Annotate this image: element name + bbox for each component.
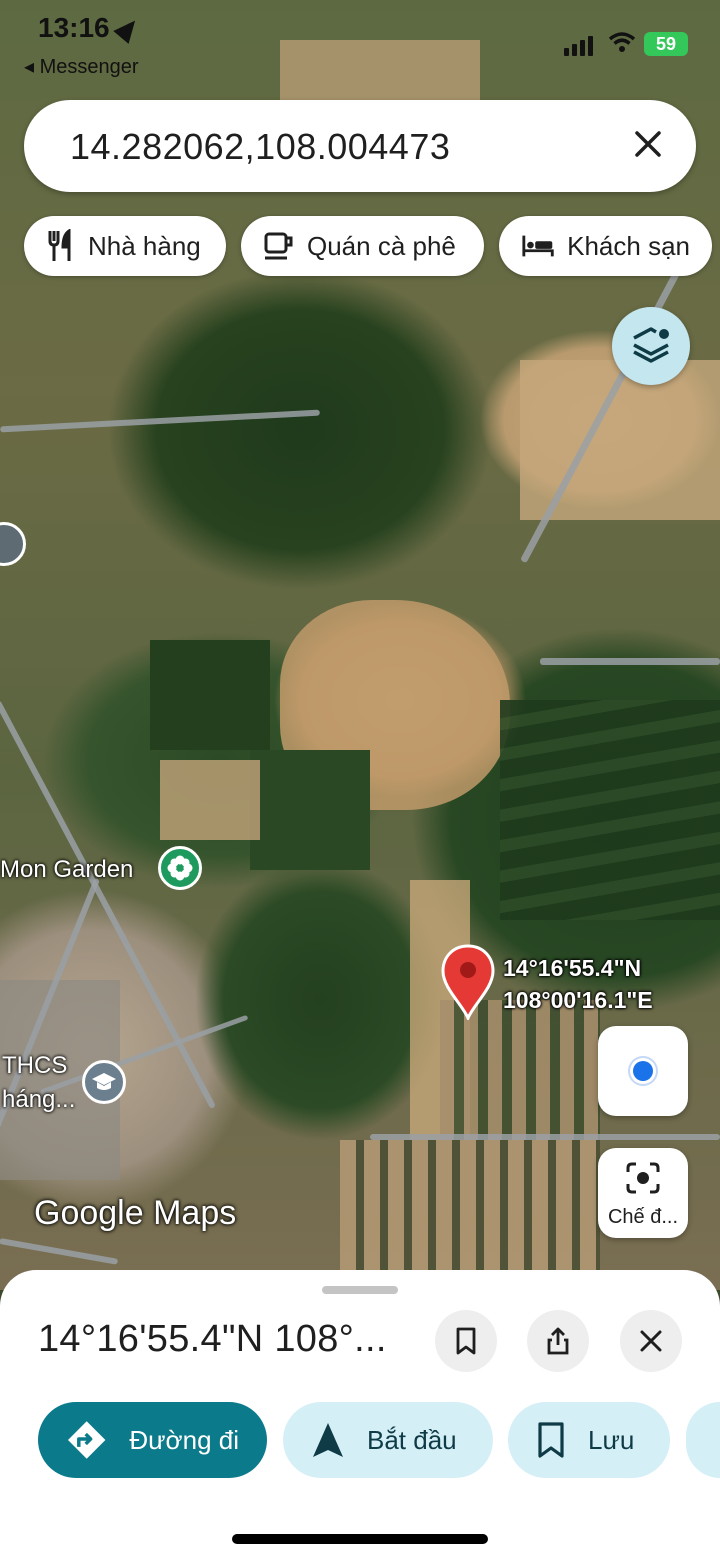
status-bar: 13:16 ◂ Messenger 59 bbox=[0, 0, 720, 90]
poi-label-school-1[interactable]: THCS bbox=[2, 1052, 67, 1080]
directions-label: Đường đi bbox=[129, 1424, 239, 1455]
map-field bbox=[150, 640, 270, 750]
restaurant-icon bbox=[48, 229, 71, 261]
map-road bbox=[540, 658, 720, 665]
battery-indicator: 59 bbox=[644, 32, 688, 56]
back-app-label[interactable]: Messenger bbox=[40, 56, 139, 78]
camera-icon bbox=[626, 1162, 660, 1194]
flower-icon[interactable] bbox=[158, 846, 202, 890]
wifi-icon bbox=[608, 32, 636, 52]
back-to-app[interactable]: ◂ Messenger bbox=[24, 54, 139, 79]
drag-handle[interactable] bbox=[322, 1286, 398, 1294]
save-button[interactable]: Lưu bbox=[508, 1402, 670, 1478]
location-arrow-icon bbox=[113, 14, 143, 44]
close-sheet-button[interactable] bbox=[620, 1310, 682, 1372]
google-maps-watermark: Google Maps bbox=[34, 1194, 237, 1232]
map-field bbox=[440, 1000, 600, 1140]
poi-edge-marker[interactable] bbox=[0, 522, 26, 566]
place-title: 14°16'55.4"N 108°... bbox=[38, 1318, 387, 1360]
pin-coordinate-label: 14°16'55.4"N 108°00'16.1"E bbox=[503, 952, 653, 1016]
location-pin-icon[interactable] bbox=[440, 944, 496, 1020]
school-icon[interactable] bbox=[82, 1060, 126, 1104]
chip-restaurants[interactable]: Nhà hàng bbox=[24, 216, 226, 276]
map-field bbox=[500, 700, 720, 920]
status-time: 13:16 bbox=[38, 12, 110, 43]
hotel-icon bbox=[522, 235, 554, 257]
share-button[interactable] bbox=[527, 1310, 589, 1372]
map-field bbox=[250, 750, 370, 870]
pin-lat: 14°16'55.4"N bbox=[503, 955, 642, 981]
save-label: Lưu bbox=[588, 1424, 635, 1455]
navigation-arrow-icon bbox=[313, 1423, 343, 1457]
map-road bbox=[0, 1238, 119, 1265]
coffee-icon bbox=[264, 232, 293, 260]
my-location-icon bbox=[633, 1061, 653, 1081]
chip-cafes[interactable]: Quán cà phê bbox=[241, 216, 484, 276]
start-button[interactable]: Bắt đầu bbox=[283, 1402, 493, 1478]
bookmark-icon bbox=[538, 1422, 564, 1458]
map-field bbox=[160, 760, 260, 840]
my-location-button[interactable] bbox=[598, 1026, 688, 1116]
map-road bbox=[0, 409, 320, 433]
home-indicator[interactable] bbox=[232, 1534, 488, 1544]
chip-label: Quán cà phê bbox=[307, 230, 456, 261]
chip-label: Khách sạn bbox=[567, 230, 690, 261]
start-label: Bắt đầu bbox=[367, 1424, 457, 1455]
pin-lng: 108°00'16.1"E bbox=[503, 987, 653, 1013]
poi-label-garden[interactable]: Mon Garden bbox=[0, 856, 133, 884]
layers-button[interactable] bbox=[612, 307, 690, 385]
signal-icon bbox=[564, 36, 593, 56]
directions-icon bbox=[67, 1421, 106, 1459]
share-icon bbox=[547, 1327, 569, 1355]
chip-label: Nhà hàng bbox=[88, 230, 201, 261]
bookmark-icon bbox=[456, 1327, 476, 1355]
lens-button[interactable]: Chế đ... bbox=[598, 1148, 688, 1238]
map-road bbox=[370, 1134, 720, 1140]
close-icon bbox=[640, 1330, 662, 1352]
layers-icon bbox=[633, 327, 669, 363]
place-bottom-sheet[interactable]: 14°16'55.4"N 108°... Đường đi Bắt đầu Lư… bbox=[0, 1270, 720, 1559]
close-icon[interactable] bbox=[628, 124, 668, 164]
chip-hotels[interactable]: Khách sạn bbox=[499, 216, 712, 276]
search-bar[interactable]: 14.282062,108.004473 bbox=[24, 100, 696, 192]
directions-button[interactable]: Đường đi bbox=[38, 1402, 267, 1478]
lens-label: Chế đ... bbox=[607, 1206, 679, 1228]
more-actions-button[interactable] bbox=[686, 1402, 720, 1478]
poi-label-school-2[interactable]: háng... bbox=[2, 1086, 75, 1114]
save-icon-button[interactable] bbox=[435, 1310, 497, 1372]
map-field bbox=[340, 1140, 600, 1280]
search-input[interactable]: 14.282062,108.004473 bbox=[70, 126, 450, 168]
